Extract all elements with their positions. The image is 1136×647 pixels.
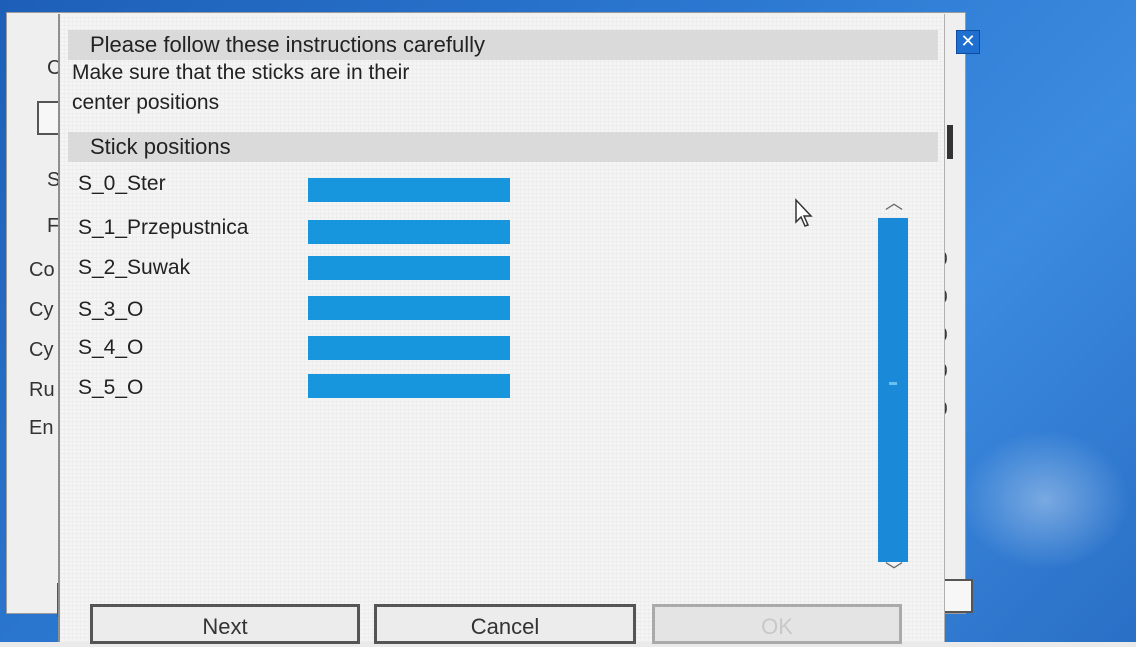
stick-position-bar [308, 256, 510, 280]
stick-position-bar [308, 178, 510, 202]
instructions-text: Make sure that the sticks are in their c… [72, 58, 532, 118]
background-divider [947, 125, 953, 159]
instructions-line: center positions [72, 91, 220, 114]
instructions-line: Make sure that the sticks are in their [72, 61, 410, 84]
mouse-cursor-icon [795, 198, 813, 227]
instructions-header: Please follow these instructions careful… [68, 30, 938, 60]
desktop-cloud [960, 430, 1130, 570]
scrollbar-thumb[interactable] [878, 218, 908, 562]
next-button[interactable]: Next [90, 604, 360, 644]
stick-label: S_0_Ster [78, 172, 166, 195]
stick-calibration-dialog: Please follow these instructions careful… [58, 14, 945, 644]
stick-label: S_3_O [78, 298, 144, 321]
scrollbar-grip [889, 382, 897, 385]
background-row-label: Co [29, 259, 55, 281]
stick-position-bar [308, 374, 510, 398]
background-button[interactable] [941, 579, 973, 613]
chevron-up-icon[interactable]: ︿ [880, 194, 908, 214]
background-row-label: Ru [29, 379, 55, 401]
stick-label: S_5_O [78, 376, 144, 399]
vertical-scrollbar[interactable]: ︿ ﹀ [870, 194, 918, 584]
stick-positions-header: Stick positions [68, 132, 938, 162]
background-row-label: Cy [29, 299, 54, 321]
stick-label: S_2_Suwak [78, 256, 191, 279]
background-row-label: Cy [29, 339, 54, 361]
stick-label: S_1_Przepustnica [78, 216, 249, 239]
stick-position-bar [308, 220, 510, 244]
stick-position-bar [308, 336, 510, 360]
stick-position-bar [308, 296, 510, 320]
close-icon[interactable]: ✕ [956, 30, 980, 54]
background-row-label: En [29, 417, 54, 439]
stick-label: S_4_O [78, 336, 144, 359]
chevron-down-icon[interactable]: ﹀ [880, 562, 908, 582]
ok-button[interactable]: OK [652, 604, 902, 644]
cancel-button[interactable]: Cancel [374, 604, 636, 644]
